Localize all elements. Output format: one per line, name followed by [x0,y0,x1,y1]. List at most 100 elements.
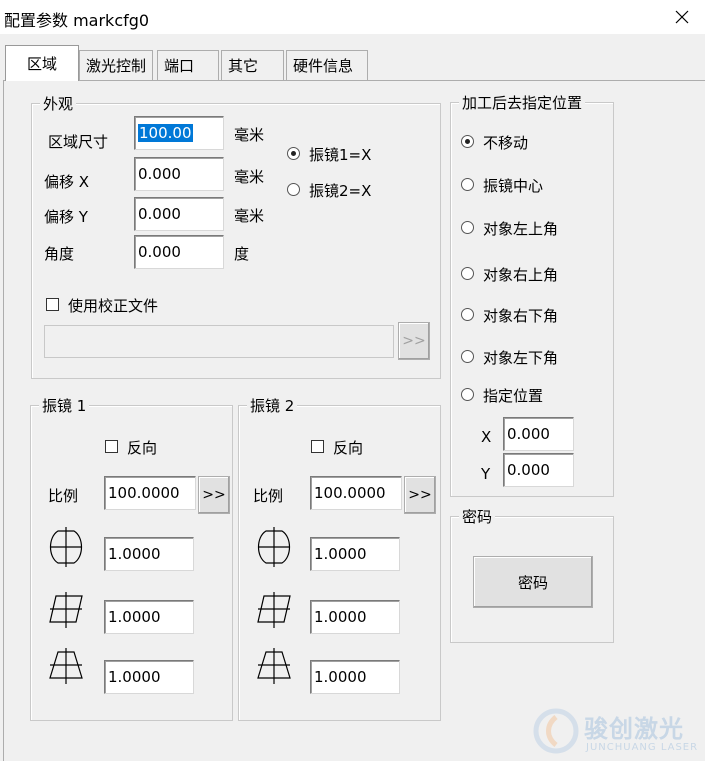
galvo2-trapezoid-value: 1.0000 [314,668,367,686]
galvo2-parallelogram-input[interactable]: 1.0000 [310,600,400,634]
galvo1-x-radio[interactable] [287,147,300,160]
position-option-label: 对象右上角 [483,266,559,284]
appearance-group-title: 外观 [40,93,77,114]
password-button[interactable]: 密码 [473,556,593,608]
offset-x-value: 0.000 [138,165,181,183]
position-option-no-move[interactable] [461,135,474,148]
galvo2-ratio-button[interactable]: >> [404,476,436,514]
galvo1-trapezoid-value: 1.0000 [108,668,161,686]
galvo1-group-title: 振镜 1 [39,395,90,416]
galvo1-reverse-label: 反向 [127,439,158,457]
offset-y-value: 0.000 [138,205,181,223]
position-x-input[interactable]: 0.000 [503,417,574,451]
tab-label: 硬件信息 [293,57,354,75]
position-option-label: 对象右下角 [483,307,559,325]
galvo2-barrel-input[interactable]: 1.0000 [310,537,400,571]
area-size-unit: 毫米 [234,126,265,144]
tab-other[interactable]: 其它 [221,50,284,80]
offset-x-unit: 毫米 [234,168,265,186]
galvo2-trapezoid-input[interactable]: 1.0000 [310,660,400,694]
use-correction-label: 使用校正文件 [68,297,159,315]
barrel-distortion-icon [49,527,83,567]
after-process-group-title: 加工后去指定位置 [459,92,586,113]
angle-unit: 度 [234,245,250,263]
galvo1-barrel-input[interactable]: 1.0000 [104,537,194,571]
position-option-specified[interactable] [461,388,474,401]
barrel-distortion-icon [257,527,291,567]
position-x-label: X [481,428,492,446]
position-option-label: 振镜中心 [483,177,544,195]
area-size-value: 100.00 [138,124,193,142]
password-group-title: 密码 [459,506,496,527]
tab-port[interactable]: 端口 [157,50,219,80]
tab-hardware-info[interactable]: 硬件信息 [286,50,368,80]
galvo1-parallelogram-value: 1.0000 [108,608,161,626]
galvo1-ratio-label: 比例 [48,487,79,505]
position-y-label: Y [481,465,491,483]
ratio-button-label: >> [202,487,226,503]
password-button-label: 密码 [517,573,548,592]
position-option-bottom-right[interactable] [461,308,474,321]
position-y-input[interactable]: 0.000 [503,453,574,487]
trapezoid-distortion-icon [49,648,83,684]
galvo1-trapezoid-input[interactable]: 1.0000 [104,660,194,694]
angle-label: 角度 [44,245,75,263]
position-option-bottom-left[interactable] [461,350,474,363]
tab-label: 区域 [26,55,57,73]
trapezoid-distortion-icon [257,648,291,684]
position-option-top-left[interactable] [461,221,474,234]
offset-y-label: 偏移 Y [44,208,88,226]
position-option-label: 对象左下角 [483,349,559,367]
tab-label: 其它 [228,57,259,75]
brand-logo-icon [533,708,579,754]
position-option-label: 指定位置 [483,387,544,405]
tab-area[interactable]: 区域 [5,45,79,81]
galvo2-x-radio[interactable] [287,183,300,196]
position-x-value: 0.000 [507,425,550,443]
area-size-input[interactable]: 100.00 [134,116,224,150]
galvo2-ratio-value: 100.0000 [314,484,386,502]
parallelogram-distortion-icon [49,592,83,628]
browse-correction-button[interactable]: >> [398,322,430,360]
close-button[interactable] [659,0,705,34]
area-size-label: 区域尺寸 [48,133,109,151]
angle-input[interactable]: 0.000 [134,235,224,269]
position-y-value: 0.000 [507,461,550,479]
galvo1-ratio-input[interactable]: 100.0000 [104,476,196,510]
galvo2-x-label: 振镜2=X [309,182,372,200]
angle-value: 0.000 [138,243,181,261]
correction-file-input[interactable] [44,325,394,358]
galvo2-parallelogram-value: 1.0000 [314,608,367,626]
galvo2-barrel-value: 1.0000 [314,545,367,563]
galvo2-ratio-input[interactable]: 100.0000 [310,476,402,510]
galvo2-ratio-label: 比例 [253,487,284,505]
offset-y-input[interactable]: 0.000 [134,197,224,231]
galvo2-reverse-checkbox[interactable] [311,440,324,453]
galvo1-reverse-checkbox[interactable] [105,440,118,453]
galvo1-ratio-value: 100.0000 [108,484,180,502]
galvo1-x-label: 振镜1=X [309,146,372,164]
tab-label: 端口 [164,57,195,75]
watermark-subtext: JUNCHUANG LASER [586,742,699,753]
position-option-label: 对象左上角 [483,220,559,238]
ratio-button-label: >> [408,487,432,503]
tab-label: 激光控制 [86,57,147,75]
parallelogram-distortion-icon [257,592,291,628]
galvo2-reverse-label: 反向 [333,439,364,457]
galvo1-barrel-value: 1.0000 [108,545,161,563]
offset-x-input[interactable]: 0.000 [134,157,224,191]
galvo1-parallelogram-input[interactable]: 1.0000 [104,600,194,634]
offset-x-label: 偏移 X [44,173,90,191]
title-bar: 配置参数 markcfg0 [0,0,705,34]
tab-laser-control[interactable]: 激光控制 [79,50,153,80]
use-correction-checkbox[interactable] [46,298,59,311]
close-icon [675,10,689,24]
position-option-galvo-center[interactable] [461,178,474,191]
galvo2-group-title: 振镜 2 [247,395,298,416]
position-option-top-right[interactable] [461,267,474,280]
browse-label: >> [402,333,426,349]
position-option-label: 不移动 [483,134,529,152]
offset-y-unit: 毫米 [234,207,265,225]
watermark-logo: 骏创激光 JUNCHUANG LASER [532,705,702,757]
galvo1-ratio-button[interactable]: >> [198,476,230,514]
